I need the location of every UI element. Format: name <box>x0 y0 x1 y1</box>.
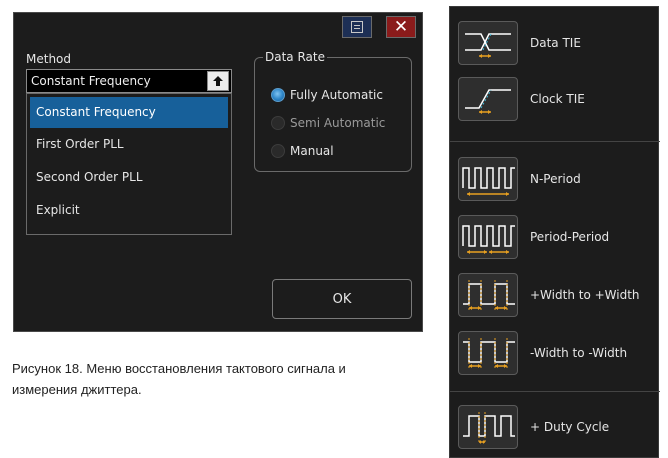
method-dropdown-value: Constant Frequency <box>31 74 151 88</box>
method-option-explicit[interactable]: Explicit <box>27 194 231 227</box>
measurement-label: + Duty Cycle <box>530 420 610 434</box>
method-dropdown[interactable]: Constant Frequency <box>26 69 232 93</box>
figure-caption: Рисунок 18. Меню восстановления тактовог… <box>12 361 346 397</box>
radio-semi-automatic[interactable]: Semi Automatic <box>271 116 385 130</box>
data-rate-legend: Data Rate <box>263 50 327 64</box>
close-button[interactable]: ✕ <box>386 16 416 38</box>
measurement-pos-width[interactable]: +Width to +Width <box>450 273 660 319</box>
measurement-period-period[interactable]: Period-Period <box>450 215 660 261</box>
method-options-list: Constant Frequency First Order PLL Secon… <box>26 93 232 235</box>
radio-label: Manual <box>290 144 334 158</box>
measurement-label: N-Period <box>530 172 581 186</box>
data-rate-group: Data Rate Fully Automatic Semi Automatic… <box>254 50 412 172</box>
radio-fully-automatic[interactable]: Fully Automatic <box>271 88 383 102</box>
method-option-first-order-pll[interactable]: First Order PLL <box>27 128 231 161</box>
radio-label: Semi Automatic <box>290 116 386 130</box>
menu-icon <box>351 21 363 33</box>
method-option-constant-frequency[interactable]: Constant Frequency <box>30 97 228 128</box>
measurement-n-period[interactable]: N-Period <box>450 157 660 203</box>
radio-unselected-icon <box>271 116 285 130</box>
measurement-duty-cycle[interactable]: + Duty Cycle <box>450 405 660 451</box>
dropdown-up-arrow-icon[interactable] <box>207 71 229 91</box>
radio-label: Fully Automatic <box>290 88 383 102</box>
panel-divider <box>450 391 660 392</box>
radio-unselected-icon <box>271 144 285 158</box>
duty-cycle-icon <box>458 405 518 449</box>
period-period-icon <box>458 215 518 259</box>
pos-width-icon <box>458 273 518 317</box>
panel-divider <box>450 141 660 142</box>
data-tie-icon <box>458 21 518 65</box>
measurement-clock-tie[interactable]: Clock TIE <box>450 77 660 123</box>
measurement-label: -Width to -Width <box>530 346 628 360</box>
method-option-second-order-pll[interactable]: Second Order PLL <box>27 161 231 194</box>
radio-manual[interactable]: Manual <box>271 144 334 158</box>
radio-selected-icon <box>271 88 285 102</box>
measurement-label: Clock TIE <box>530 92 585 106</box>
n-period-icon <box>458 157 518 201</box>
measurement-label: +Width to +Width <box>530 288 640 302</box>
dialog-menu-button[interactable] <box>342 16 372 38</box>
close-icon: ✕ <box>393 17 409 37</box>
clock-tie-icon <box>458 77 518 121</box>
ok-button[interactable]: OK <box>272 279 412 319</box>
measurement-panel: Data TIE Clock TIE N-Period Period-Perio… <box>449 6 660 458</box>
clock-recovery-dialog: ✕ Method Constant Frequency Constant Fre… <box>13 12 423 332</box>
measurement-label: Period-Period <box>530 230 610 244</box>
measurement-neg-width[interactable]: -Width to -Width <box>450 331 660 377</box>
neg-width-icon <box>458 331 518 375</box>
method-label: Method <box>26 52 72 66</box>
measurement-label: Data TIE <box>530 36 581 50</box>
measurement-data-tie[interactable]: Data TIE <box>450 21 660 67</box>
